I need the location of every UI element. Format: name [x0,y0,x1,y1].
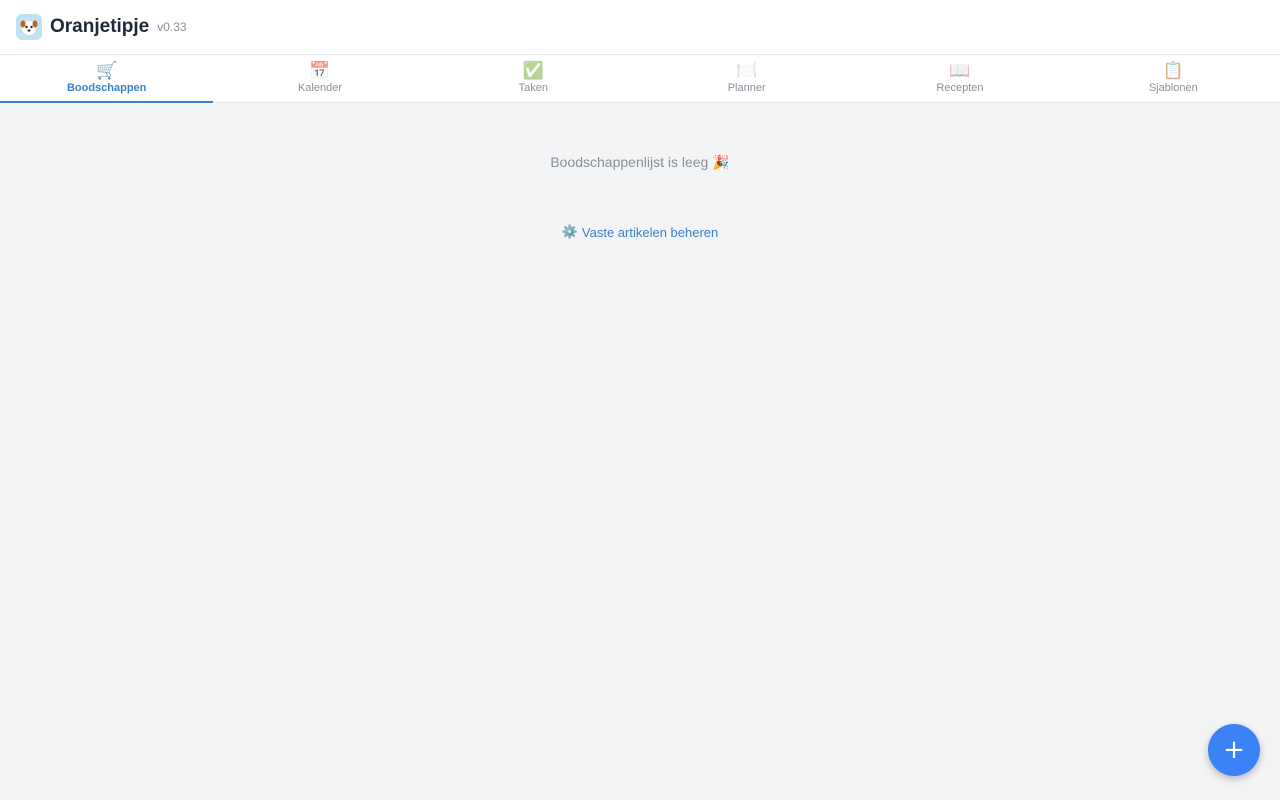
tab-recepten[interactable]: 📖 Recepten [853,55,1066,102]
manage-link-label: Vaste artikelen beheren [581,224,719,240]
empty-list-message: Boodschappenlijst is leeg 🎉 [550,154,730,170]
tab-label: Kalender [297,82,343,94]
tab-boodschappen[interactable]: 🛒 Boodschappen [0,55,214,103]
tab-label: Recepten [936,82,984,94]
gear-icon: ⚙️ [561,224,578,239]
book-icon: 📖 [949,61,971,80]
tab-sjablonen[interactable]: 📋 Sjablonen [1067,55,1280,102]
tab-label: Taken [518,82,548,94]
checkmark-icon: ✅ [522,61,544,80]
shopping-cart-icon: 🛒 [96,61,118,80]
manage-fixed-items-link[interactable]: ⚙️ Vaste artikelen beheren [562,224,719,240]
tab-label: Boodschappen [66,82,147,94]
plate-cutlery-icon: 🍽️ [736,61,758,80]
app-version: v0.33 [157,20,187,34]
tab-label: Planner [727,82,766,94]
calendar-icon: 📅 [309,61,331,80]
main-content: Boodschappenlijst is leeg 🎉 ⚙️ Vaste art… [0,103,1280,800]
dog-face-icon [16,14,42,40]
tab-planner[interactable]: 🍽️ Planner [640,55,853,102]
tab-taken[interactable]: ✅ Taken [427,55,640,102]
app-header: Oranjetipje v0.33 [0,0,1280,55]
tab-bar: 🛒 Boodschappen 📅 Kalender ✅ Taken 🍽️ Pla… [0,55,1280,103]
tab-kalender[interactable]: 📅 Kalender [213,55,426,102]
app-title: Oranjetipje [50,16,150,37]
tab-label: Sjablonen [1148,82,1198,94]
clipboard-icon: 📋 [1162,61,1184,80]
add-item-button[interactable]: + [1208,724,1260,776]
